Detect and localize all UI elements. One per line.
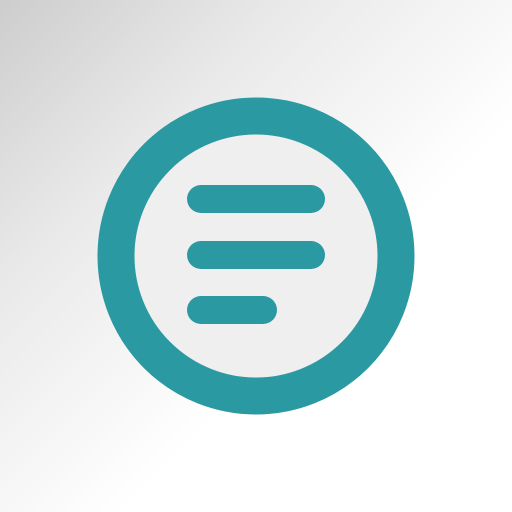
menu-lines-icon <box>97 97 415 415</box>
app-icon-canvas <box>0 0 512 512</box>
